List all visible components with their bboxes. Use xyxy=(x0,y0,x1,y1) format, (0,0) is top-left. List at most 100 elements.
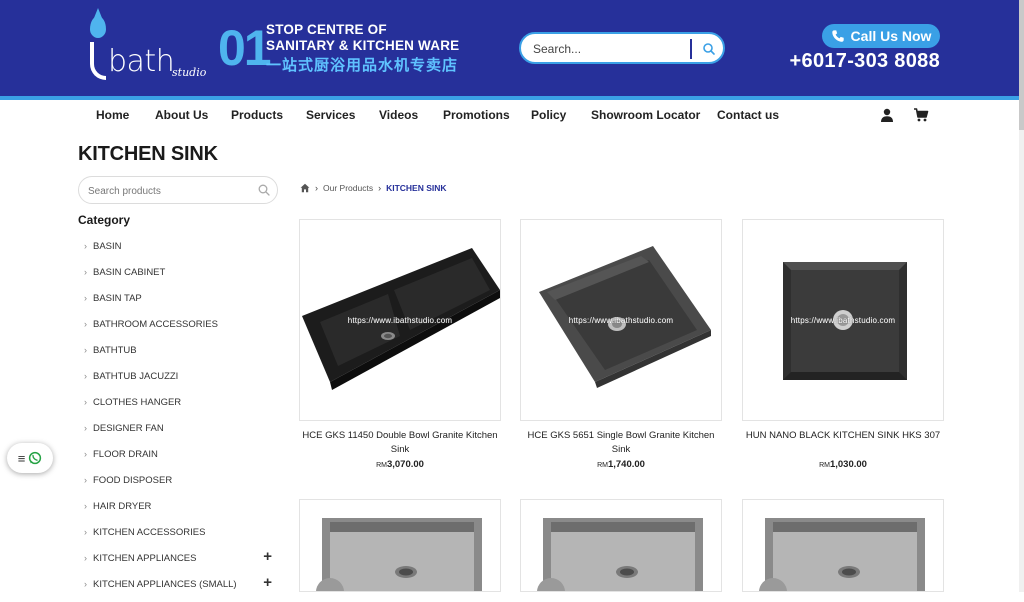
nav-contact-us[interactable]: Contact us xyxy=(717,108,779,122)
category-heading: Category xyxy=(78,213,131,227)
call-us-button[interactable]: Call Us Now xyxy=(822,24,940,48)
category-item[interactable]: › BATHROOM ACCESSORIES xyxy=(84,316,280,342)
category-item[interactable]: › BATHTUB JACUZZI xyxy=(84,368,280,394)
product-image[interactable] xyxy=(520,499,722,592)
user-icon[interactable] xyxy=(879,107,895,123)
product-image[interactable]: https://www.ibathstudio.com xyxy=(299,219,501,421)
category-item[interactable]: › HAIR DRYER xyxy=(84,498,280,524)
price-value: 3,070.00 xyxy=(386,459,424,470)
chevron-right-icon: › xyxy=(84,423,87,433)
stainless-sink-image xyxy=(316,518,482,591)
header-search xyxy=(519,32,725,64)
category-label: HAIR DRYER xyxy=(93,501,152,512)
chevron-right-icon: › xyxy=(84,345,87,355)
category-label: BASIN TAP xyxy=(93,293,142,304)
breadcrumb-current: KITCHEN SINK xyxy=(386,183,447,193)
nav-products[interactable]: Products xyxy=(231,108,283,122)
image-watermark: https://www.ibathstudio.com xyxy=(568,316,674,325)
category-item[interactable]: › KITCHEN APPLIANCES (SMALL) + xyxy=(84,574,280,602)
phone-number[interactable]: +6017-303 8088 xyxy=(788,50,940,73)
chevron-right-icon: › xyxy=(84,579,87,589)
category-item[interactable]: › FOOD DISPOSER xyxy=(84,472,280,498)
scrollbar-thumb[interactable] xyxy=(1019,0,1024,130)
product-image[interactable]: https://www.ibathstudio.com xyxy=(742,219,944,421)
water-drop-icon xyxy=(90,8,106,38)
nav-about-us[interactable]: About Us xyxy=(155,108,208,122)
image-watermark: https://www.ibathstudio.com xyxy=(347,316,453,325)
search-icon[interactable] xyxy=(257,183,271,197)
category-item[interactable]: › KITCHEN APPLIANCES + xyxy=(84,548,280,576)
search-icon[interactable] xyxy=(699,39,719,59)
chevron-right-icon: › xyxy=(84,293,87,303)
cart-icon[interactable] xyxy=(913,107,929,123)
image-watermark: https://www.ibathstudio.com xyxy=(790,316,896,325)
expand-icon[interactable]: + xyxy=(263,548,272,565)
product-image[interactable] xyxy=(742,499,944,592)
product-image[interactable] xyxy=(299,499,501,592)
category-item[interactable]: › CLOTHES HANGER xyxy=(84,394,280,420)
category-label: KITCHEN ACCESSORIES xyxy=(93,527,206,538)
chevron-right-icon: › xyxy=(84,527,87,537)
product-name[interactable]: HUN NANO BLACK KITCHEN SINK HKS 307 xyxy=(742,429,944,443)
chevron-right-icon: › xyxy=(84,319,87,329)
currency-label: RM xyxy=(376,462,387,469)
product-image[interactable]: https://www.ibathstudio.com xyxy=(520,219,722,421)
chevron-right-icon: › xyxy=(84,449,87,459)
nav-promotions[interactable]: Promotions xyxy=(443,108,510,122)
category-label: BASIN CABINET xyxy=(93,267,166,278)
chevron-right-icon: › xyxy=(84,475,87,485)
logo-subtext: studio xyxy=(172,66,207,79)
category-item[interactable]: › FLOOR DRAIN xyxy=(84,446,280,472)
page-scrollbar[interactable] xyxy=(1019,0,1024,592)
site-header: bath studio 01 STOP CENTRE OF SANITARY &… xyxy=(0,0,1024,96)
breadcrumb-separator: › xyxy=(315,183,318,193)
home-icon[interactable] xyxy=(300,183,310,193)
currency-label: RM xyxy=(597,462,608,469)
product-price: RM1,030.00 xyxy=(742,459,944,470)
chevron-right-icon: › xyxy=(84,553,87,563)
category-item[interactable]: › BASIN xyxy=(84,238,280,264)
category-label: BASIN xyxy=(93,241,122,252)
ibath-logo[interactable]: bath studio xyxy=(86,8,216,84)
price-value: 1,030.00 xyxy=(829,459,867,470)
category-label: BATHROOM ACCESSORIES xyxy=(93,319,218,330)
category-label: CLOTHES HANGER xyxy=(93,397,182,408)
category-item[interactable]: › DESIGNER FAN xyxy=(84,420,280,446)
chevron-right-icon: › xyxy=(84,397,87,407)
category-item[interactable]: › BATHTUB xyxy=(84,342,280,368)
stainless-sink-image xyxy=(537,518,703,591)
product-name[interactable]: HCE GKS 11450 Double Bowl Granite Kitche… xyxy=(299,429,501,457)
logo-i-stem xyxy=(90,42,106,80)
page-title: KITCHEN SINK xyxy=(78,143,218,165)
tagline-chinese: 一站式厨浴用品水机专卖店 xyxy=(266,56,459,74)
logo-wordmark: bath xyxy=(108,44,175,79)
category-label: DESIGNER FAN xyxy=(93,423,164,434)
header-search-input[interactable] xyxy=(533,39,689,59)
expand-icon[interactable]: + xyxy=(263,574,272,591)
header-tagline: STOP CENTRE OF SANITARY & KITCHEN WARE 一… xyxy=(266,22,459,76)
category-item[interactable]: › BASIN TAP xyxy=(84,290,280,316)
breadcrumb-separator: › xyxy=(378,183,382,193)
product-search xyxy=(78,176,278,204)
product-name[interactable]: HCE GKS 5651 Single Bowl Granite Kitchen… xyxy=(520,429,722,457)
nav-showroom-locator[interactable]: Showroom Locator xyxy=(591,108,700,122)
product-price: RM1,740.00 xyxy=(520,459,722,470)
chevron-right-icon: › xyxy=(84,241,87,251)
nav-home[interactable]: Home xyxy=(96,108,129,122)
category-item[interactable]: › BASIN CABINET xyxy=(84,264,280,290)
floating-contact-button[interactable]: ≡ xyxy=(7,443,53,473)
price-value: 1,740.00 xyxy=(607,459,645,470)
tagline-line1: STOP CENTRE OF xyxy=(266,22,387,37)
nav-videos[interactable]: Videos xyxy=(379,108,418,122)
product-search-input[interactable] xyxy=(88,183,248,199)
chevron-right-icon: › xyxy=(84,267,87,277)
breadcrumb-our-products[interactable]: Our Products xyxy=(323,183,373,193)
nav-policy[interactable]: Policy xyxy=(531,108,566,122)
nav-services[interactable]: Services xyxy=(306,108,355,122)
category-label: BATHTUB JACUZZI xyxy=(93,371,179,382)
main-nav: Home About Us Products Services Videos P… xyxy=(0,100,1024,130)
category-label: BATHTUB xyxy=(93,345,137,356)
call-us-label: Call Us Now xyxy=(850,28,932,44)
category-label: FLOOR DRAIN xyxy=(93,449,158,460)
category-item[interactable]: › KITCHEN ACCESSORIES xyxy=(84,524,280,550)
